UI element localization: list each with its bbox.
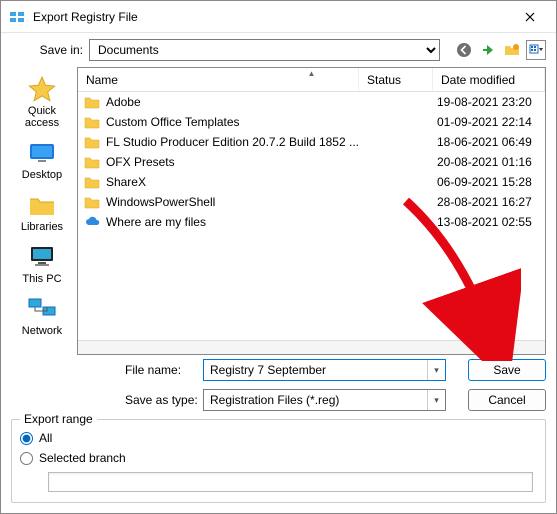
file-date: 13-08-2021 02:55: [433, 215, 545, 229]
file-date: 01-09-2021 22:14: [433, 115, 545, 129]
places-bar: Quick access Desktop Libraries This PC N…: [11, 67, 73, 355]
file-name: Custom Office Templates: [106, 115, 240, 129]
column-name[interactable]: Name: [78, 68, 359, 91]
place-quick-access[interactable]: Quick access: [11, 75, 73, 129]
radio-all-input[interactable]: [20, 432, 33, 445]
place-label: Quick access: [11, 105, 73, 129]
table-row[interactable]: ShareX 06-09-2021 15:28: [78, 172, 545, 192]
table-row[interactable]: FL Studio Producer Edition 20.7.2 Build …: [78, 132, 545, 152]
close-button[interactable]: [508, 2, 552, 32]
file-date: 06-09-2021 15:28: [433, 175, 545, 189]
window-title: Export Registry File: [29, 10, 508, 24]
place-this-pc[interactable]: This PC: [22, 243, 61, 285]
file-date: 28-08-2021 16:27: [433, 195, 545, 209]
cancel-button[interactable]: Cancel: [468, 389, 546, 411]
radio-all[interactable]: All: [20, 428, 537, 448]
place-label: Desktop: [22, 169, 62, 181]
titlebar: Export Registry File: [1, 1, 556, 33]
table-row[interactable]: Where are my files 13-08-2021 02:55: [78, 212, 545, 232]
saveastype-combo[interactable]: ▾: [203, 389, 446, 411]
column-status[interactable]: Status: [359, 68, 433, 91]
place-label: This PC: [22, 273, 61, 285]
onedrive-icon: [84, 215, 100, 229]
folder-icon: [84, 115, 100, 129]
file-list-pane: ▲ Name Status Date modified Adobe 19-08-2…: [77, 67, 546, 355]
back-icon[interactable]: [454, 40, 474, 60]
table-row[interactable]: WindowsPowerShell 28-08-2021 16:27: [78, 192, 545, 212]
chevron-down-icon[interactable]: ▾: [427, 360, 445, 380]
view-menu-icon[interactable]: [526, 40, 546, 60]
folder-icon: [84, 195, 100, 209]
folder-icon: [84, 155, 100, 169]
file-name: Adobe: [106, 95, 141, 109]
file-date: 20-08-2021 01:16: [433, 155, 545, 169]
file-name: OFX Presets: [106, 155, 175, 169]
savein-label: Save in:: [11, 43, 89, 57]
export-range-group: Export range All Selected branch: [11, 419, 546, 503]
place-network[interactable]: Network: [22, 295, 62, 337]
radio-selected-branch[interactable]: Selected branch: [20, 448, 537, 468]
file-name: WindowsPowerShell: [106, 195, 215, 209]
up-icon[interactable]: [478, 40, 498, 60]
table-row[interactable]: OFX Presets 20-08-2021 01:16: [78, 152, 545, 172]
registry-app-icon: [9, 9, 25, 25]
file-name: FL Studio Producer Edition 20.7.2 Build …: [106, 135, 359, 149]
file-name: ShareX: [106, 175, 146, 189]
radio-all-label: All: [39, 431, 52, 445]
horizontal-scrollbar[interactable]: [78, 340, 545, 354]
save-button[interactable]: Save: [468, 359, 546, 381]
filename-combo[interactable]: ▾: [203, 359, 446, 381]
column-date[interactable]: Date modified: [433, 68, 545, 91]
folder-icon: [84, 175, 100, 189]
table-row[interactable]: Adobe 19-08-2021 23:20: [78, 92, 545, 112]
savein-toolbar: Save in: Documents: [1, 33, 556, 65]
folder-icon: [84, 135, 100, 149]
folder-icon: [84, 95, 100, 109]
selected-branch-input[interactable]: [48, 472, 533, 492]
file-name: Where are my files: [106, 215, 206, 229]
radio-selected-label: Selected branch: [39, 451, 126, 465]
filename-input[interactable]: [204, 360, 427, 380]
place-desktop[interactable]: Desktop: [22, 139, 62, 181]
new-folder-icon[interactable]: [502, 40, 522, 60]
saveastype-label: Save as type:: [121, 393, 203, 407]
place-label: Network: [22, 325, 62, 337]
place-libraries[interactable]: Libraries: [21, 191, 63, 233]
filename-label: File name:: [121, 363, 203, 377]
chevron-down-icon[interactable]: ▾: [427, 390, 445, 410]
place-label: Libraries: [21, 221, 63, 233]
saveastype-input[interactable]: [204, 390, 427, 410]
file-date: 18-06-2021 06:49: [433, 135, 545, 149]
export-range-legend: Export range: [20, 412, 97, 426]
sort-indicator-icon: ▲: [308, 69, 316, 78]
radio-selected-input[interactable]: [20, 452, 33, 465]
table-row[interactable]: Custom Office Templates 01-09-2021 22:14: [78, 112, 545, 132]
file-date: 19-08-2021 23:20: [433, 95, 545, 109]
file-list[interactable]: Adobe 19-08-2021 23:20 Custom Office Templ…: [78, 92, 545, 340]
file-list-header[interactable]: ▲ Name Status Date modified: [78, 68, 545, 92]
savein-dropdown[interactable]: Documents: [89, 39, 440, 61]
